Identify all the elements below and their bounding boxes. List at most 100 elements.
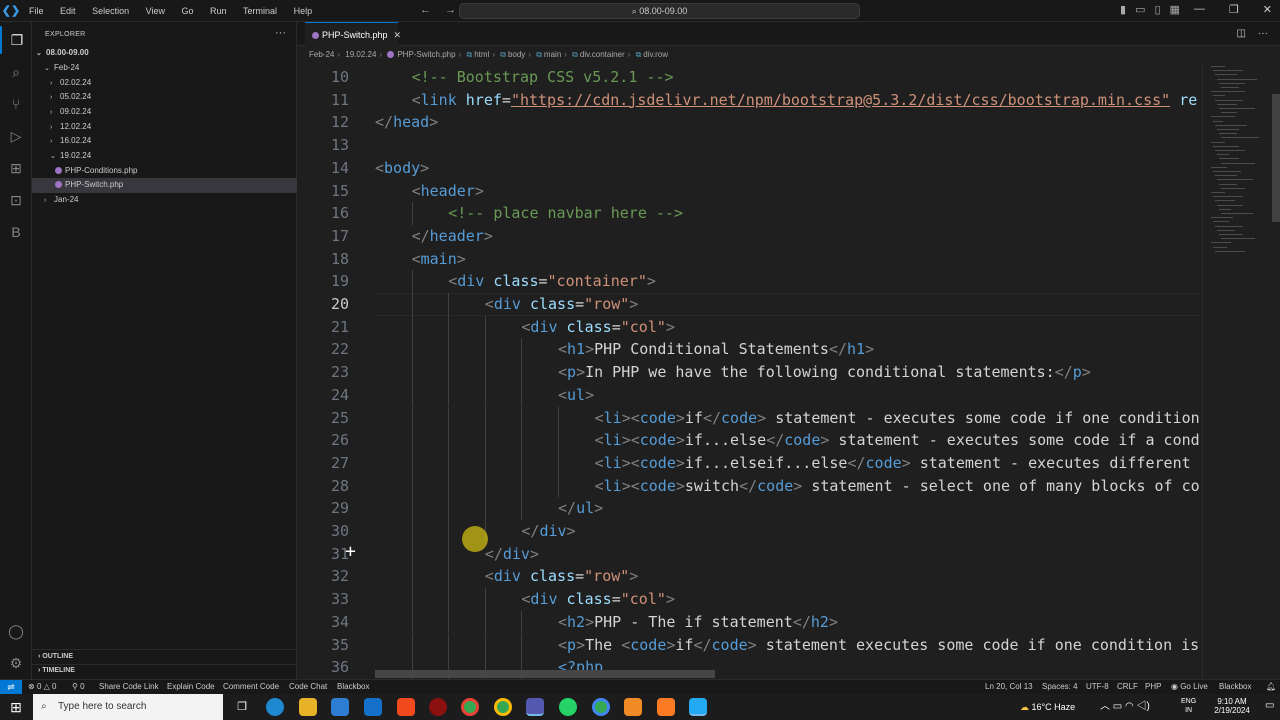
edge-browser-icon[interactable] — [266, 698, 284, 716]
ports-indicator[interactable]: ⚲ 0 — [72, 680, 85, 694]
store-icon[interactable] — [331, 698, 349, 716]
more-actions-icon[interactable]: ··· — [275, 27, 286, 39]
chrome-alt-icon[interactable] — [592, 698, 610, 716]
menu-edit[interactable]: Edit — [53, 6, 83, 16]
restore-icon[interactable]: ❐ — [1229, 3, 1239, 16]
network-icon[interactable]: ▭ — [1113, 701, 1122, 712]
timeline-section[interactable]: › TIMELINE — [38, 667, 75, 674]
chrome-icon[interactable] — [461, 698, 479, 716]
folder-12-02-24[interactable]: › 12.02.24 — [32, 120, 297, 135]
customize-layout-icon[interactable]: ▦ — [1170, 3, 1180, 16]
remote-explorer-icon[interactable]: ⊡ — [0, 186, 32, 214]
extensions-icon[interactable]: ⊞ — [0, 154, 32, 182]
notifications-bell-icon[interactable]: 🔔︎ — [1266, 680, 1276, 694]
tab-php-switch[interactable]: PHP-Switch.php ✕ — [305, 22, 401, 46]
blackbox-icon[interactable]: B — [0, 218, 32, 246]
minimap[interactable] — [1202, 64, 1280, 679]
toggle-secondary-sidebar-icon[interactable]: ▯ — [1154, 3, 1160, 16]
horizontal-scrollbar[interactable] — [375, 670, 715, 678]
menu-file[interactable]: File — [22, 6, 51, 16]
more-actions-icon[interactable]: ··· — [1258, 28, 1268, 39]
vscode-taskbar-icon[interactable] — [689, 698, 707, 716]
clock[interactable]: 9:10 AM 2/19/2024 — [1203, 697, 1261, 715]
forward-arrow-icon[interactable]: → — [445, 4, 456, 16]
file-explorer-icon[interactable] — [299, 698, 317, 716]
vertical-scrollbar[interactable] — [1272, 94, 1280, 222]
go-live[interactable]: ◉ Go Live — [1171, 680, 1208, 694]
close-window-icon[interactable]: ✕ — [1263, 3, 1272, 16]
taskbar-search[interactable]: ⌕ Type here to search — [33, 694, 223, 720]
breadcrumb-item[interactable]: div.row — [643, 50, 668, 59]
explorer-icon[interactable]: ❐ — [0, 26, 32, 54]
chrome-profile-icon[interactable] — [494, 698, 512, 716]
minimize-icon[interactable]: — — [1194, 3, 1205, 16]
whatsapp-icon[interactable] — [559, 698, 577, 716]
xampp-icon[interactable] — [657, 698, 675, 716]
back-arrow-icon[interactable]: ← — [420, 4, 431, 16]
breadcrumb-item[interactable]: PHP-Switch.php — [397, 50, 455, 59]
folder-jan-24[interactable]: › Jan-24 — [32, 193, 297, 208]
source-control-icon[interactable]: ⑂ — [0, 90, 32, 118]
problems-indicator[interactable]: ⊗ 0 △ 0 — [28, 680, 56, 694]
line-ending[interactable]: CRLF — [1117, 680, 1138, 694]
file-php-switch[interactable]: PHP-Switch.php — [32, 178, 297, 193]
command-center-search[interactable]: ⌕ 08.00-09.00 — [459, 3, 860, 19]
remote-indicator-icon[interactable]: ⇌ — [0, 680, 22, 695]
outline-section[interactable]: › OUTLINE — [38, 653, 73, 660]
share-code-link[interactable]: Share Code Link — [99, 680, 159, 694]
code-line: <!-- place navbar here --> — [448, 204, 683, 223]
breadcrumb-item[interactable]: div.container — [580, 50, 625, 59]
language-mode[interactable]: PHP — [1145, 680, 1161, 694]
menu-go[interactable]: Go — [174, 6, 200, 16]
code-chat[interactable]: Code Chat — [289, 680, 327, 694]
weather-widget[interactable]: ☁ 16°C Haze — [1020, 694, 1075, 720]
search-icon[interactable]: ⌕ — [0, 58, 32, 86]
breadcrumb-item[interactable]: main — [544, 50, 561, 59]
folder-09-02-24[interactable]: › 09.02.24 — [32, 105, 297, 120]
close-tab-icon[interactable]: ✕ — [394, 30, 402, 40]
cursor-position[interactable]: Ln 20, Col 13 — [985, 680, 1033, 694]
record-app-icon[interactable] — [429, 698, 447, 716]
explain-code[interactable]: Explain Code — [167, 680, 215, 694]
account-icon[interactable]: ◯ — [0, 617, 32, 645]
brave-browser-icon[interactable] — [397, 698, 415, 716]
file-php-conditions[interactable]: PHP-Conditions.php — [32, 164, 297, 179]
language-indicator[interactable]: ENG IN — [1181, 697, 1196, 715]
menu-view[interactable]: View — [139, 6, 172, 16]
blackbox-right[interactable]: Blackbox — [1219, 680, 1251, 694]
menu-help[interactable]: Help — [287, 6, 320, 16]
encoding[interactable]: UTF-8 — [1086, 680, 1109, 694]
task-view-icon[interactable]: ❐ — [233, 698, 251, 716]
run-debug-icon[interactable]: ▷ — [0, 122, 32, 150]
folder-16-02-24[interactable]: › 16.02.24 — [32, 134, 297, 149]
split-editor-icon[interactable]: ◫ — [1237, 28, 1246, 39]
menu-selection[interactable]: Selection — [85, 6, 136, 16]
teams-icon[interactable] — [526, 698, 544, 716]
menu-run[interactable]: Run — [203, 6, 234, 16]
toggle-panel-icon[interactable]: ▭ — [1135, 3, 1145, 16]
toggle-sidebar-icon[interactable]: ▮ — [1120, 3, 1126, 16]
wifi-icon[interactable]: ◠ — [1125, 701, 1134, 712]
folder-feb-24[interactable]: ⌄ Feb-24 — [32, 61, 297, 76]
mail-icon[interactable] — [364, 698, 382, 716]
breadcrumb-item[interactable]: Feb-24 — [309, 50, 334, 59]
notification-center-icon[interactable]: ▭ — [1265, 700, 1274, 711]
settings-gear-icon[interactable]: ⚙ — [0, 649, 32, 677]
folder-02-02-24[interactable]: › 02.02.24 — [32, 76, 297, 91]
breadcrumb-item[interactable]: body — [508, 50, 525, 59]
breadcrumb-item[interactable]: 19.02.24 — [345, 50, 376, 59]
show-hidden-icons-icon[interactable]: ︿ — [1100, 701, 1110, 712]
menu-terminal[interactable]: Terminal — [236, 6, 284, 16]
code-editor[interactable]: 10 11 12 13 14 15 16 17 18 19 20 21 22 23 24 25 26 27 28 29… — [297, 64, 1202, 679]
line-number: 14 — [330, 158, 349, 177]
windows-start-icon[interactable]: ⊞ — [0, 694, 32, 720]
blackbox-left[interactable]: Blackbox — [337, 680, 369, 694]
comment-code[interactable]: Comment Code — [223, 680, 279, 694]
volume-icon[interactable]: ◁) — [1137, 701, 1150, 712]
breadcrumb-item[interactable]: html — [474, 50, 489, 59]
workspace-root[interactable]: ⌄ 08.00-09.00 — [32, 46, 297, 61]
indentation[interactable]: Spaces: 4 — [1042, 680, 1078, 694]
folder-19-02-24[interactable]: ⌄ 19.02.24 — [32, 149, 297, 164]
sublime-icon[interactable] — [624, 698, 642, 716]
folder-05-02-24[interactable]: › 05.02.24 — [32, 90, 297, 105]
